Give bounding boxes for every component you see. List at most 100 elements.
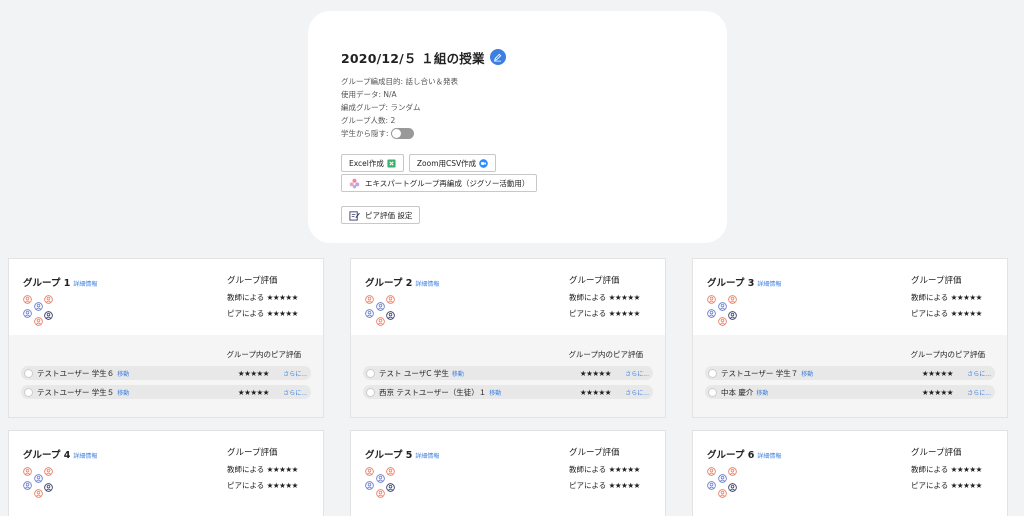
teacher-stars: ★★★★★	[608, 293, 641, 302]
member-radio[interactable]	[24, 368, 33, 378]
user-avatar-icon	[23, 303, 32, 318]
peer-label: ピアによる	[569, 309, 607, 318]
user-avatar-icon	[376, 311, 385, 326]
group-title: グループ 1 詳細情報	[23, 275, 97, 289]
group-title: グループ 5 詳細情報	[365, 447, 439, 461]
excel-button[interactable]: Excel作成	[341, 154, 404, 172]
member-radio[interactable]	[708, 368, 717, 378]
move-link[interactable]: 移動	[117, 369, 129, 378]
expert-regroup-button[interactable]: エキスパートグループ再編成（ジグソー活動用）	[341, 174, 538, 192]
grouping-text: 編成グループ: ランダム	[341, 103, 421, 112]
hide-toggle[interactable]	[390, 128, 414, 139]
detail-link[interactable]: 詳細情報	[415, 451, 439, 460]
user-avatar-icon	[707, 461, 716, 476]
more-link[interactable]: さらに...	[283, 369, 307, 378]
teacher-label: 教師による	[227, 465, 265, 474]
teacher-stars: ★★★★★	[950, 293, 983, 302]
member-row: 西京 テストユーザー（生徒）１ 移動 ★★★★★ さらに...	[363, 385, 653, 399]
expert-row: エキスパートグループ再編成（ジグソー活動用）	[341, 174, 727, 192]
detail-link[interactable]: 詳細情報	[757, 451, 781, 460]
purpose-text: グループ編成目的: 話し合い＆発表	[341, 77, 458, 86]
user-avatar-icon	[23, 461, 32, 476]
move-link[interactable]: 移動	[117, 388, 129, 397]
member-avatars	[22, 289, 58, 326]
user-avatar-icon	[34, 468, 43, 483]
teacher-rating: 教師による ★★★★★	[227, 292, 298, 303]
teacher-stars: ★★★★★	[950, 465, 983, 474]
teacher-stars: ★★★★★	[608, 465, 641, 474]
group-eval-title: グループ評価	[227, 276, 278, 286]
group-name: グループ 2	[365, 278, 413, 289]
peer-eval-title: グループ内のピア評価	[910, 350, 985, 359]
teacher-rating: 教師による ★★★★★	[569, 292, 640, 303]
user-avatar-icon	[365, 289, 374, 304]
puzzle-icon	[349, 178, 360, 189]
user-avatar-icon	[386, 289, 395, 304]
member-stars: ★★★★★	[237, 387, 270, 397]
peer-stars: ★★★★★	[608, 309, 641, 318]
user-avatar-icon	[386, 477, 395, 492]
move-link[interactable]: 移動	[801, 369, 813, 378]
detail-link[interactable]: 詳細情報	[73, 279, 97, 288]
zoom-csv-button[interactable]: Zoom用CSV作成	[408, 154, 497, 172]
more-link[interactable]: さらに...	[967, 369, 991, 378]
member-avatars	[364, 461, 400, 498]
teacher-rating: 教師による ★★★★★	[227, 464, 298, 475]
group-card-1: グループ 1 詳細情報 グループ評価 教師による ★★★★★ ピアによる ★★★★…	[8, 258, 324, 418]
group-title: グループ 6 詳細情報	[707, 447, 781, 461]
member-stars: ★★★★★	[579, 368, 612, 378]
title-row: 2020/12/５ １組の授業	[341, 47, 727, 67]
hide-label: 学生から隠す:	[341, 129, 389, 138]
more-link[interactable]: さらに...	[967, 388, 991, 397]
peer-rating: ピアによる ★★★★★	[911, 308, 982, 319]
zoom-label: Zoom用CSV作成	[416, 158, 477, 168]
group-name: グループ 5	[365, 450, 413, 461]
member-row: テストユーザー 学生７ 移動 ★★★★★ さらに...	[705, 366, 995, 380]
peer-eval-section: グループ内のピア評価 テストユーザー 学生７ 移動 ★★★★★ さらに... 中本 慶…	[693, 335, 1007, 417]
member-name: 西京 テストユーザー（生徒）１	[379, 387, 487, 397]
group-title: グループ 2 詳細情報	[365, 275, 439, 289]
peer-rating: ピアによる ★★★★★	[227, 480, 298, 491]
edit-icon[interactable]	[489, 49, 506, 65]
member-radio[interactable]	[366, 387, 375, 397]
move-link[interactable]: 移動	[489, 388, 501, 397]
group-card-5: グループ 5 詳細情報 グループ評価 教師による ★★★★★ ピアによる ★★★★…	[350, 430, 666, 516]
member-avatars	[364, 289, 400, 326]
user-avatar-icon	[718, 311, 727, 326]
peer-eval-settings-button[interactable]: ピア評価 設定	[341, 206, 421, 224]
teacher-label: 教師による	[569, 465, 607, 474]
teacher-label: 教師による	[227, 293, 265, 302]
more-link[interactable]: さらに...	[625, 369, 649, 378]
member-radio[interactable]	[24, 387, 33, 397]
peer-label: ピアによる	[227, 309, 265, 318]
page-title: 2020/12/５ １組の授業	[341, 50, 485, 66]
member-name: テスト ユーザC 学生	[379, 368, 449, 378]
user-avatar-icon	[376, 296, 385, 311]
more-link[interactable]: さらに...	[625, 388, 649, 397]
peer-label: ピア評価 設定	[365, 210, 413, 220]
user-avatar-icon	[707, 303, 716, 318]
teacher-label: 教師による	[911, 465, 949, 474]
peer-row: ピア評価 設定	[341, 206, 727, 224]
zoom-icon	[479, 158, 488, 168]
peer-eval-section: グループ内のピア評価 テストユーザー 学生６ 移動 ★★★★★ さらに... テストユ…	[9, 335, 323, 417]
peer-label: ピアによる	[227, 481, 265, 490]
user-avatar-icon	[23, 475, 32, 490]
move-link[interactable]: 移動	[452, 369, 464, 378]
group-card-3: グループ 3 詳細情報 グループ評価 教師による ★★★★★ ピアによる ★★★★…	[692, 258, 1008, 418]
group-eval-title: グループ評価	[911, 276, 962, 286]
peer-stars: ★★★★★	[950, 481, 983, 490]
detail-link[interactable]: 詳細情報	[73, 451, 97, 460]
user-avatar-icon	[44, 477, 53, 492]
data-used-text: 使用データ: N/A	[341, 90, 397, 99]
peer-eval-section: グループ内のピア評価 テスト ユーザC 学生 移動 ★★★★★ さらに... 西京 テ…	[351, 335, 665, 417]
detail-link[interactable]: 詳細情報	[757, 279, 781, 288]
more-link[interactable]: さらに...	[283, 388, 307, 397]
detail-link[interactable]: 詳細情報	[415, 279, 439, 288]
member-radio[interactable]	[708, 387, 717, 397]
user-avatar-icon	[728, 461, 737, 476]
move-link[interactable]: 移動	[756, 388, 768, 397]
peer-stars: ★★★★★	[950, 309, 983, 318]
peer-label: ピアによる	[569, 481, 607, 490]
member-radio[interactable]	[366, 368, 375, 378]
